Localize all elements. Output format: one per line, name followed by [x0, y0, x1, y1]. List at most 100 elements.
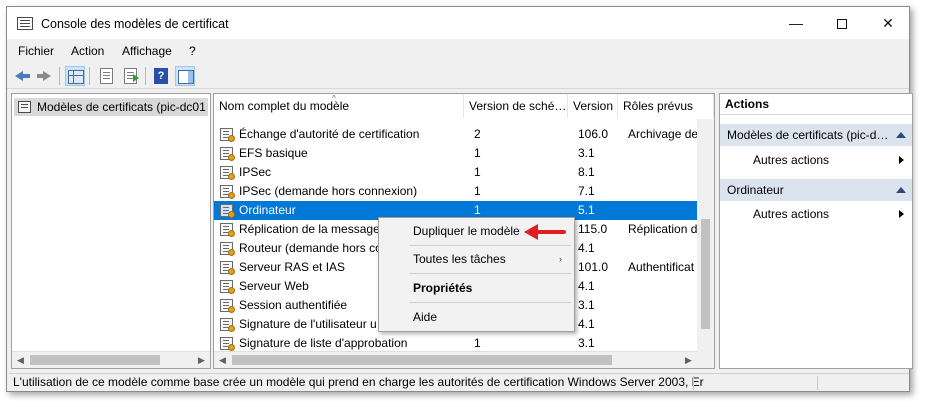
table-row[interactable]: EFS basique 1 3.1 — [214, 144, 714, 163]
table-cell-schema: 1 — [474, 146, 481, 160]
table-row[interactable]: Échange d'autorité de certification 2 106.… — [214, 125, 714, 144]
column-header-version[interactable]: Version — [568, 94, 618, 118]
properties-button[interactable] — [97, 66, 117, 86]
scroll-right-icon[interactable]: ▶ — [680, 352, 697, 368]
menu-action[interactable]: Action — [71, 44, 104, 58]
scroll-left-icon[interactable]: ◀ — [12, 352, 29, 368]
table-cell-version: 4.1 — [578, 317, 595, 331]
menu-separator — [409, 273, 571, 274]
submenu-arrow-icon — [899, 156, 904, 164]
table-cell-version: 3.1 — [578, 336, 595, 350]
menu-separator — [409, 302, 571, 303]
menu-affichage[interactable]: Affichage — [122, 44, 172, 58]
table-cell-version: 7.1 — [578, 184, 595, 198]
certificate-template-icon — [220, 128, 235, 142]
show-hide-tree-button[interactable] — [65, 66, 85, 86]
forward-arrow-icon — [43, 71, 51, 81]
toolbar-separator — [89, 67, 90, 85]
certificate-template-icon — [220, 204, 235, 218]
table-cell-name: Signature de liste d'approbation — [239, 336, 408, 350]
menu-item-help[interactable]: Aide — [381, 306, 572, 328]
certificate-template-icon — [220, 261, 235, 275]
export-list-button[interactable] — [121, 66, 141, 86]
table-cell-schema: 1 — [474, 203, 481, 217]
console-app-icon — [17, 17, 33, 30]
scroll-thumb[interactable] — [701, 219, 710, 329]
menu-separator — [409, 245, 571, 246]
back-button[interactable] — [13, 66, 33, 86]
table-cell-version: 8.1 — [578, 165, 595, 179]
collapse-icon[interactable] — [896, 187, 906, 193]
toolbar: ? — [7, 63, 909, 89]
certificate-template-icon — [220, 318, 235, 332]
properties-icon — [100, 68, 113, 84]
table-cell-version: 3.1 — [578, 146, 595, 160]
table-cell-name: IPSec — [239, 165, 272, 179]
scroll-thumb[interactable] — [232, 355, 612, 365]
column-header-intended-roles[interactable]: Rôles prévus — [618, 94, 714, 118]
status-text: L'utilisation de ce modèle comme base cr… — [13, 375, 704, 389]
table-row[interactable]: IPSec 1 8.1 — [214, 163, 714, 182]
show-hide-action-pane-button[interactable] — [175, 66, 195, 86]
menu-help[interactable]: ? — [189, 44, 196, 58]
table-cell-name: Ordinateur — [239, 203, 296, 217]
tree-horizontal-scrollbar[interactable]: ◀ ▶ — [12, 351, 210, 368]
close-button[interactable]: ✕ — [865, 7, 911, 39]
table-cell-name: Échange d'autorité de certification — [239, 127, 420, 141]
templates-icon — [18, 101, 31, 113]
table-cell-schema: 1 — [474, 165, 481, 179]
column-header-name[interactable]: Nom complet du modèle ^ — [214, 94, 464, 118]
console-tree: Modèles de certificats (pic-dc01 ◀ ▶ — [11, 93, 211, 369]
table-cell-version: 115.0 — [578, 222, 608, 236]
maximize-button[interactable] — [819, 7, 865, 39]
list-vertical-scrollbar[interactable] — [697, 119, 714, 368]
action-more-actions[interactable]: Autres actions — [753, 203, 910, 225]
table-cell-version: 4.1 — [578, 241, 595, 255]
action-section-templates[interactable]: Modèles de certificats (pic-d… — [720, 124, 912, 146]
table-row[interactable]: IPSec (demande hors connexion) 1 7.1 — [214, 182, 714, 201]
actions-pane: Actions Modèles de certificats (pic-d… A… — [719, 93, 913, 369]
help-icon: ? — [154, 68, 168, 84]
certificate-template-icon — [220, 147, 235, 161]
minimize-button[interactable]: — — [773, 7, 819, 39]
help-button[interactable]: ? — [151, 66, 171, 86]
list-horizontal-scrollbar[interactable]: ◀ ▶ — [214, 351, 697, 368]
table-cell-roles: Archivage de — [628, 127, 698, 141]
scroll-left-icon[interactable]: ◀ — [214, 352, 231, 368]
status-divider — [693, 376, 694, 390]
table-cell-roles: Authentificat — [628, 260, 695, 274]
action-more-actions[interactable]: Autres actions — [753, 149, 910, 171]
menu-item-properties[interactable]: Propriétés — [381, 277, 572, 299]
certificate-template-icon — [220, 223, 235, 237]
table-cell-schema: 1 — [474, 184, 481, 198]
certificate-template-icon — [220, 337, 235, 351]
table-cell-version: 4.1 — [578, 279, 595, 293]
table-cell-version: 106.0 — [578, 127, 609, 141]
window-title: Console des modèles de certificat — [41, 17, 229, 31]
table-cell-version: 5.1 — [578, 203, 595, 217]
table-cell-schema: 2 — [474, 127, 481, 141]
certificate-template-icon — [220, 280, 235, 294]
action-pane-icon — [178, 70, 194, 84]
forward-button[interactable] — [35, 66, 55, 86]
certificate-template-icon — [220, 166, 235, 180]
column-header-schema-version[interactable]: Version de sché… — [464, 94, 568, 118]
table-cell-schema: 1 — [474, 336, 481, 350]
status-divider — [817, 376, 818, 390]
title-bar: Console des modèles de certificat — ✕ — [7, 7, 909, 39]
certificate-template-icon — [220, 185, 235, 199]
table-cell-name: IPSec (demande hors connexion) — [239, 184, 418, 198]
table-cell-name: EFS basique — [239, 146, 308, 160]
tree-item-certificate-templates[interactable]: Modèles de certificats (pic-dc01 — [14, 98, 208, 116]
app-window: Console des modèles de certificat — ✕ Fi… — [6, 6, 913, 392]
scroll-right-icon[interactable]: ▶ — [193, 352, 210, 368]
toolbar-separator — [59, 67, 60, 85]
toolbar-separator — [145, 67, 146, 85]
menu-bar: Fichier Action Affichage ? — [7, 41, 909, 61]
collapse-icon[interactable] — [896, 132, 906, 138]
status-bar: L'utilisation de ce modèle comme base cr… — [9, 373, 909, 391]
menu-fichier[interactable]: Fichier — [18, 44, 54, 58]
action-section-ordinateur[interactable]: Ordinateur — [720, 179, 912, 201]
scroll-thumb[interactable] — [30, 355, 160, 365]
menu-item-all-tasks[interactable]: Toutes les tâches › — [381, 248, 572, 270]
